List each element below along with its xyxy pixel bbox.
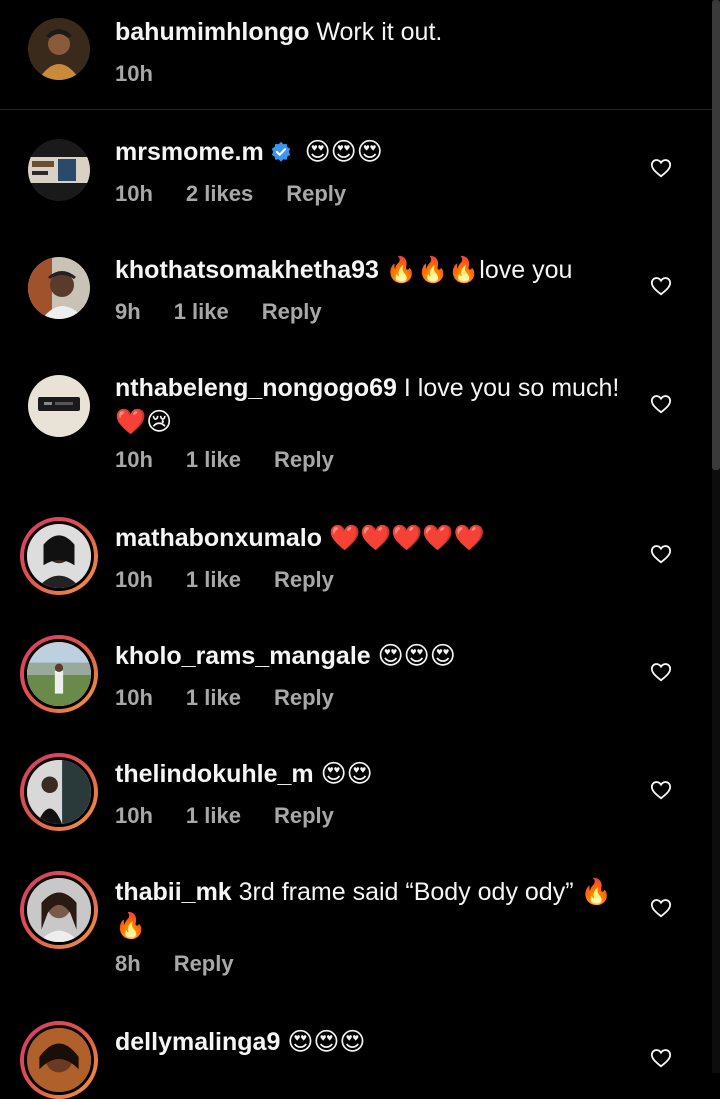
comment-body: 😍😍😍 — [287, 1028, 366, 1056]
comment-meta: 9h 1 like Reply — [115, 299, 355, 325]
comment-body: Work it out. — [316, 18, 443, 46]
comment-body: 😍😍😍 — [304, 138, 383, 166]
avatar-story-ring[interactable] — [20, 1021, 98, 1099]
divider — [0, 109, 712, 110]
like-heart-icon[interactable] — [650, 779, 672, 801]
username[interactable]: mrsmome.m — [115, 138, 264, 166]
username[interactable]: dellymalinga9 — [115, 1028, 280, 1056]
like-count[interactable]: 1 like — [186, 447, 241, 472]
like-count[interactable]: 1 like — [174, 299, 229, 324]
comment-body: ❤️❤️❤️❤️❤️ — [328, 524, 485, 552]
timestamp: 9h — [115, 299, 141, 324]
reply-button[interactable]: Reply — [274, 447, 334, 472]
username[interactable]: mathabonxumalo — [115, 524, 322, 552]
comment-text: khothatsomakhetha93 🔥🔥🔥love you — [115, 253, 622, 287]
comment-body: 🔥🔥🔥love you — [385, 256, 573, 284]
like-heart-icon[interactable] — [650, 275, 672, 297]
comment-meta: 10h 1 like Reply — [115, 567, 367, 593]
avatar-story-ring[interactable] — [20, 517, 98, 595]
like-heart-icon[interactable] — [650, 1047, 672, 1069]
like-heart-icon[interactable] — [650, 543, 672, 565]
timestamp: 8h — [115, 951, 141, 976]
avatar-story-ring[interactable] — [20, 871, 98, 949]
comment-meta: 10h 1 like Reply — [115, 447, 367, 473]
comment-meta: 10h — [115, 61, 186, 87]
like-count[interactable]: 1 like — [186, 567, 241, 592]
comment-text: bahumimhlongo Work it out. — [115, 15, 622, 49]
avatar-story-ring[interactable] — [20, 635, 98, 713]
comment-text: dellymalinga9 😍😍😍 — [115, 1025, 622, 1059]
verified-badge-icon — [271, 141, 290, 162]
reply-button[interactable]: Reply — [174, 951, 234, 976]
comment-text: nthabeleng_nongogo69 I love you so much!… — [115, 371, 622, 439]
reply-button[interactable]: Reply — [274, 567, 334, 592]
scrollbar-track[interactable] — [712, 0, 720, 1073]
timestamp: 10h — [115, 61, 153, 86]
username[interactable]: thabii_mk — [115, 878, 232, 906]
like-count[interactable]: 2 likes — [186, 181, 253, 206]
like-heart-icon[interactable] — [650, 157, 672, 179]
username[interactable]: thelindokuhle_m — [115, 760, 314, 788]
comment-meta: 10h 1 like Reply — [115, 803, 367, 829]
comment-text: mathabonxumalo ❤️❤️❤️❤️❤️ — [115, 521, 622, 555]
avatar[interactable] — [28, 375, 90, 437]
username[interactable]: nthabeleng_nongogo69 — [115, 374, 397, 402]
reply-button[interactable]: Reply — [274, 685, 334, 710]
like-count[interactable]: 1 like — [186, 803, 241, 828]
username[interactable]: kholo_rams_mangale — [115, 642, 371, 670]
reply-button[interactable]: Reply — [286, 181, 346, 206]
comment-text: kholo_rams_mangale 😍😍😍 — [115, 639, 622, 673]
avatar-story-ring[interactable] — [20, 753, 98, 831]
comment-body: 😍😍 — [320, 760, 373, 788]
comment-meta: 8h Reply — [115, 951, 267, 977]
like-count[interactable]: 1 like — [186, 685, 241, 710]
comment-text: thabii_mk 3rd frame said “Body ody ody” … — [115, 875, 622, 943]
timestamp: 10h — [115, 447, 153, 472]
timestamp: 10h — [115, 803, 153, 828]
avatar[interactable] — [28, 139, 90, 201]
avatar[interactable] — [28, 257, 90, 319]
comment-meta: 10h 1 like Reply — [115, 685, 367, 711]
timestamp: 10h — [115, 685, 153, 710]
timestamp: 10h — [115, 181, 153, 206]
comment-text: thelindokuhle_m 😍😍 — [115, 757, 622, 791]
comment-meta: 10h 2 likes Reply — [115, 181, 379, 207]
like-heart-icon[interactable] — [650, 661, 672, 683]
reply-button[interactable]: Reply — [274, 803, 334, 828]
scrollbar-thumb[interactable] — [712, 0, 720, 470]
reply-button[interactable]: Reply — [262, 299, 322, 324]
avatar[interactable] — [28, 18, 90, 80]
like-heart-icon[interactable] — [650, 393, 672, 415]
timestamp: 10h — [115, 567, 153, 592]
username[interactable]: khothatsomakhetha93 — [115, 256, 379, 284]
username[interactable]: bahumimhlongo — [115, 18, 309, 46]
like-heart-icon[interactable] — [650, 897, 672, 919]
comment-text: mrsmome.m 😍😍😍 — [115, 135, 622, 169]
comment-body: 😍😍😍 — [377, 642, 456, 670]
